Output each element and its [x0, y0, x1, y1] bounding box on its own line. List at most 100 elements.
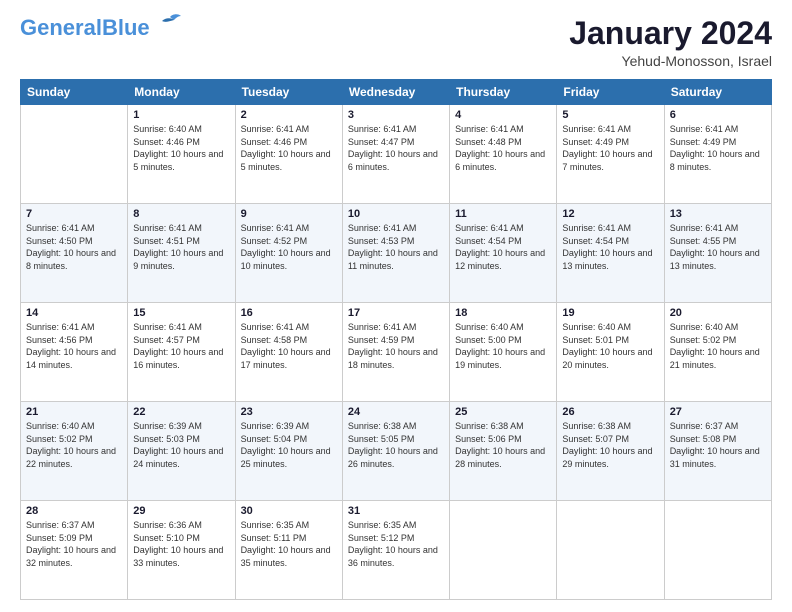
calendar-week-row: 28 Sunrise: 6:37 AMSunset: 5:09 PMDaylig…	[21, 501, 772, 600]
calendar-cell: 20 Sunrise: 6:40 AMSunset: 5:02 PMDaylig…	[664, 303, 771, 402]
day-info: Sunrise: 6:41 AMSunset: 4:48 PMDaylight:…	[455, 123, 551, 173]
day-info: Sunrise: 6:41 AMSunset: 4:53 PMDaylight:…	[348, 222, 444, 272]
header: GeneralBlue January 2024 Yehud-Monosson,…	[20, 16, 772, 69]
day-info: Sunrise: 6:39 AMSunset: 5:03 PMDaylight:…	[133, 420, 229, 470]
calendar-cell: 30 Sunrise: 6:35 AMSunset: 5:11 PMDaylig…	[235, 501, 342, 600]
day-info: Sunrise: 6:41 AMSunset: 4:54 PMDaylight:…	[455, 222, 551, 272]
calendar-cell: 10 Sunrise: 6:41 AMSunset: 4:53 PMDaylig…	[342, 204, 449, 303]
calendar-cell: 7 Sunrise: 6:41 AMSunset: 4:50 PMDayligh…	[21, 204, 128, 303]
calendar-cell: 2 Sunrise: 6:41 AMSunset: 4:46 PMDayligh…	[235, 105, 342, 204]
calendar-cell: 5 Sunrise: 6:41 AMSunset: 4:49 PMDayligh…	[557, 105, 664, 204]
day-number: 30	[241, 505, 337, 517]
calendar-header-row: Sunday Monday Tuesday Wednesday Thursday…	[21, 80, 772, 105]
calendar-cell: 23 Sunrise: 6:39 AMSunset: 5:04 PMDaylig…	[235, 402, 342, 501]
day-number: 12	[562, 208, 658, 220]
day-info: Sunrise: 6:41 AMSunset: 4:49 PMDaylight:…	[670, 123, 766, 173]
day-number: 17	[348, 307, 444, 319]
logo-blue: Blue	[102, 15, 150, 40]
day-info: Sunrise: 6:37 AMSunset: 5:09 PMDaylight:…	[26, 519, 122, 569]
day-info: Sunrise: 6:41 AMSunset: 4:47 PMDaylight:…	[348, 123, 444, 173]
day-info: Sunrise: 6:41 AMSunset: 4:52 PMDaylight:…	[241, 222, 337, 272]
day-number: 31	[348, 505, 444, 517]
day-info: Sunrise: 6:38 AMSunset: 5:06 PMDaylight:…	[455, 420, 551, 470]
calendar-cell: 14 Sunrise: 6:41 AMSunset: 4:56 PMDaylig…	[21, 303, 128, 402]
logo: GeneralBlue	[20, 16, 182, 40]
location-title: Yehud-Monosson, Israel	[569, 53, 772, 69]
logo-general: General	[20, 15, 102, 40]
calendar-cell: 31 Sunrise: 6:35 AMSunset: 5:12 PMDaylig…	[342, 501, 449, 600]
day-info: Sunrise: 6:36 AMSunset: 5:10 PMDaylight:…	[133, 519, 229, 569]
calendar-cell: 26 Sunrise: 6:38 AMSunset: 5:07 PMDaylig…	[557, 402, 664, 501]
day-info: Sunrise: 6:41 AMSunset: 4:59 PMDaylight:…	[348, 321, 444, 371]
day-info: Sunrise: 6:40 AMSunset: 5:02 PMDaylight:…	[26, 420, 122, 470]
calendar-page: GeneralBlue January 2024 Yehud-Monosson,…	[0, 0, 792, 612]
day-info: Sunrise: 6:40 AMSunset: 4:46 PMDaylight:…	[133, 123, 229, 173]
calendar-cell: 16 Sunrise: 6:41 AMSunset: 4:58 PMDaylig…	[235, 303, 342, 402]
logo-bird-icon	[152, 13, 182, 35]
day-info: Sunrise: 6:40 AMSunset: 5:00 PMDaylight:…	[455, 321, 551, 371]
col-sunday: Sunday	[21, 80, 128, 105]
calendar-week-row: 14 Sunrise: 6:41 AMSunset: 4:56 PMDaylig…	[21, 303, 772, 402]
calendar-cell: 22 Sunrise: 6:39 AMSunset: 5:03 PMDaylig…	[128, 402, 235, 501]
calendar-cell: 6 Sunrise: 6:41 AMSunset: 4:49 PMDayligh…	[664, 105, 771, 204]
day-number: 22	[133, 406, 229, 418]
col-saturday: Saturday	[664, 80, 771, 105]
calendar-cell: 8 Sunrise: 6:41 AMSunset: 4:51 PMDayligh…	[128, 204, 235, 303]
day-info: Sunrise: 6:35 AMSunset: 5:11 PMDaylight:…	[241, 519, 337, 569]
day-info: Sunrise: 6:38 AMSunset: 5:05 PMDaylight:…	[348, 420, 444, 470]
day-number: 28	[26, 505, 122, 517]
day-info: Sunrise: 6:41 AMSunset: 4:54 PMDaylight:…	[562, 222, 658, 272]
col-monday: Monday	[128, 80, 235, 105]
calendar-cell: 19 Sunrise: 6:40 AMSunset: 5:01 PMDaylig…	[557, 303, 664, 402]
calendar-cell	[664, 501, 771, 600]
month-title: January 2024	[569, 16, 772, 51]
calendar-cell: 12 Sunrise: 6:41 AMSunset: 4:54 PMDaylig…	[557, 204, 664, 303]
day-number: 13	[670, 208, 766, 220]
day-number: 19	[562, 307, 658, 319]
day-number: 15	[133, 307, 229, 319]
day-info: Sunrise: 6:41 AMSunset: 4:56 PMDaylight:…	[26, 321, 122, 371]
calendar-week-row: 7 Sunrise: 6:41 AMSunset: 4:50 PMDayligh…	[21, 204, 772, 303]
calendar-cell	[557, 501, 664, 600]
day-number: 4	[455, 109, 551, 121]
day-info: Sunrise: 6:40 AMSunset: 5:02 PMDaylight:…	[670, 321, 766, 371]
day-number: 6	[670, 109, 766, 121]
day-info: Sunrise: 6:41 AMSunset: 4:46 PMDaylight:…	[241, 123, 337, 173]
day-number: 9	[241, 208, 337, 220]
calendar-cell: 9 Sunrise: 6:41 AMSunset: 4:52 PMDayligh…	[235, 204, 342, 303]
calendar-cell: 29 Sunrise: 6:36 AMSunset: 5:10 PMDaylig…	[128, 501, 235, 600]
calendar-week-row: 1 Sunrise: 6:40 AMSunset: 4:46 PMDayligh…	[21, 105, 772, 204]
day-info: Sunrise: 6:35 AMSunset: 5:12 PMDaylight:…	[348, 519, 444, 569]
calendar-cell: 21 Sunrise: 6:40 AMSunset: 5:02 PMDaylig…	[21, 402, 128, 501]
day-number: 11	[455, 208, 551, 220]
calendar-cell: 25 Sunrise: 6:38 AMSunset: 5:06 PMDaylig…	[450, 402, 557, 501]
logo-text: GeneralBlue	[20, 16, 150, 40]
day-info: Sunrise: 6:41 AMSunset: 4:50 PMDaylight:…	[26, 222, 122, 272]
title-block: January 2024 Yehud-Monosson, Israel	[569, 16, 772, 69]
day-info: Sunrise: 6:41 AMSunset: 4:58 PMDaylight:…	[241, 321, 337, 371]
day-number: 20	[670, 307, 766, 319]
day-number: 29	[133, 505, 229, 517]
day-number: 27	[670, 406, 766, 418]
day-number: 7	[26, 208, 122, 220]
day-number: 24	[348, 406, 444, 418]
calendar-cell	[450, 501, 557, 600]
day-number: 23	[241, 406, 337, 418]
day-info: Sunrise: 6:41 AMSunset: 4:55 PMDaylight:…	[670, 222, 766, 272]
calendar-cell: 24 Sunrise: 6:38 AMSunset: 5:05 PMDaylig…	[342, 402, 449, 501]
calendar-week-row: 21 Sunrise: 6:40 AMSunset: 5:02 PMDaylig…	[21, 402, 772, 501]
day-info: Sunrise: 6:39 AMSunset: 5:04 PMDaylight:…	[241, 420, 337, 470]
day-info: Sunrise: 6:41 AMSunset: 4:57 PMDaylight:…	[133, 321, 229, 371]
col-wednesday: Wednesday	[342, 80, 449, 105]
col-thursday: Thursday	[450, 80, 557, 105]
day-number: 1	[133, 109, 229, 121]
calendar-cell: 4 Sunrise: 6:41 AMSunset: 4:48 PMDayligh…	[450, 105, 557, 204]
day-info: Sunrise: 6:41 AMSunset: 4:49 PMDaylight:…	[562, 123, 658, 173]
day-number: 26	[562, 406, 658, 418]
day-number: 3	[348, 109, 444, 121]
day-info: Sunrise: 6:37 AMSunset: 5:08 PMDaylight:…	[670, 420, 766, 470]
calendar-cell: 13 Sunrise: 6:41 AMSunset: 4:55 PMDaylig…	[664, 204, 771, 303]
day-number: 2	[241, 109, 337, 121]
day-info: Sunrise: 6:38 AMSunset: 5:07 PMDaylight:…	[562, 420, 658, 470]
calendar-cell: 27 Sunrise: 6:37 AMSunset: 5:08 PMDaylig…	[664, 402, 771, 501]
